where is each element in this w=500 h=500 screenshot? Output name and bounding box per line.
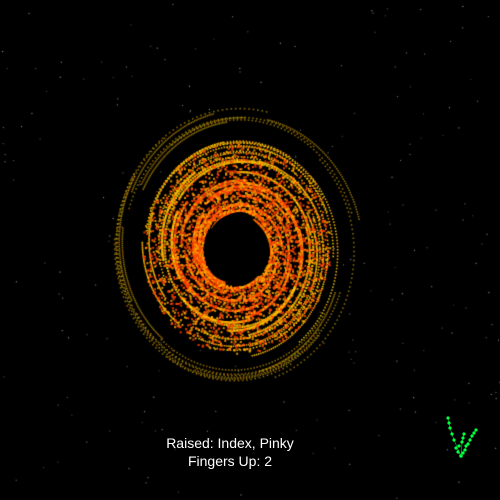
- hand-landmark-overlay: [446, 416, 478, 458]
- visualizer-stage: Raised: Index, Pinky Fingers Up: 2: [0, 0, 500, 500]
- fingers-up-count: Fingers Up: 2: [187, 453, 273, 469]
- raised-fingers-label: Raised: Index, Pinky: [166, 435, 294, 451]
- hand-landmarks: [446, 416, 478, 458]
- galaxy-particle-canvas: [0, 0, 500, 500]
